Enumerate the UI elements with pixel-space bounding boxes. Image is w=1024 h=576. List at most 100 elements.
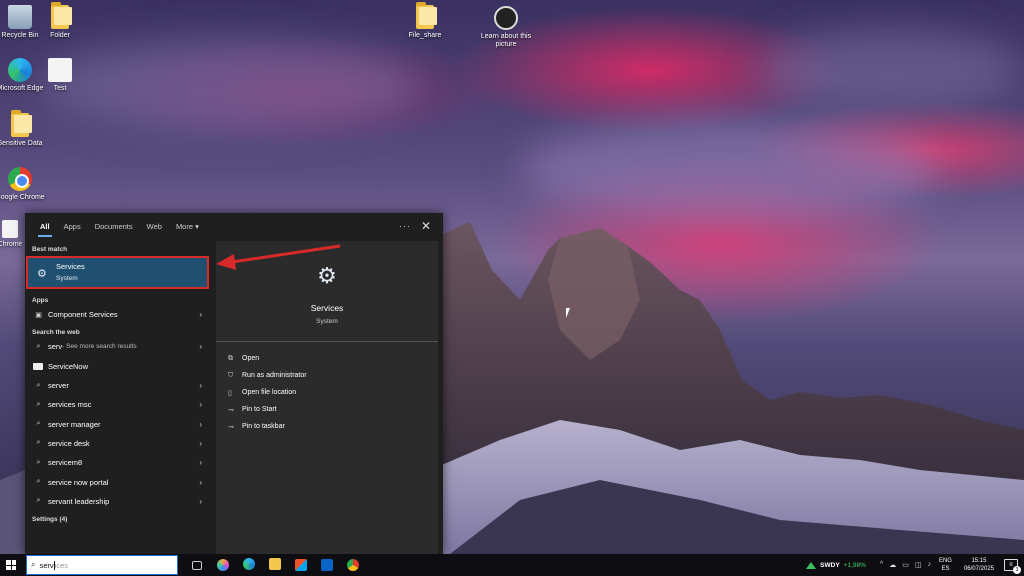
close-icon[interactable]: ✕ [421,219,431,233]
outlook-button[interactable] [314,554,340,576]
more-options-icon[interactable]: ··· [399,221,411,231]
chevron-right-icon[interactable]: › [199,420,202,429]
stock-widget[interactable]: SWDY +1,98% [806,561,866,569]
web-result-term: server [48,381,69,391]
chevron-right-icon[interactable]: › [199,458,202,467]
chrome-taskbar-button[interactable] [340,554,366,576]
taskbar-clock[interactable]: 15:15 06/07/2025 [964,557,994,573]
action-label: Run as administrator [242,372,307,379]
start-button[interactable] [0,554,22,576]
desktop-icon-label: Folder [50,32,70,39]
chevron-right-icon[interactable]: › [199,400,202,409]
settings-header[interactable]: Settings (4) [25,511,211,524]
stock-up-icon [806,561,817,569]
tab-more[interactable]: More [169,213,206,241]
learn-about-picture-icon [494,6,518,30]
stock-change: +1,98% [843,561,866,569]
chevron-right-icon[interactable]: › [199,381,202,390]
desktop-icon-learn-about-picture[interactable]: Learn about this picture [476,6,536,49]
store-icon [295,559,307,571]
action-pin-to-start[interactable]: ⊸ Pin to Start [228,401,307,418]
desktop-icon-google-chrome[interactable]: Google Chrome [0,167,50,202]
desktop-icon-file-share[interactable]: File_share [395,2,455,40]
preview-subtitle: System [316,318,338,325]
action-run-as-admin[interactable]: ⛉ Run as administrator [228,367,307,384]
clock-date: 06/07/2025 [963,566,994,572]
web-result[interactable]: ⌕ servicem8 › [25,453,211,472]
taskbar-search-input[interactable]: ⌕ serv ices [26,555,178,575]
web-result[interactable]: ServiceNow [25,357,211,376]
chevron-right-icon[interactable]: › [199,439,202,448]
chevron-up-icon[interactable]: ^ [880,561,883,569]
web-result[interactable]: ⌕ service now portal › [25,472,211,491]
mouse-cursor-icon [566,308,570,318]
desktop-icon-sensitive-data[interactable]: Sensitive Data [0,110,50,148]
web-result[interactable]: ⌕ server › [25,376,211,395]
cloud-icon[interactable]: ☁ [889,561,896,569]
preview-actions: ⧉ Open ⛉ Run as administrator ▯ Open fil… [228,350,307,435]
file-explorer-button[interactable] [262,554,288,576]
edge-icon [243,558,255,570]
chrome-icon [347,559,359,571]
search-icon: ⌕ [36,458,41,466]
clock-time: 15:15 [971,558,987,564]
folder-icon [269,558,281,570]
search-icon: ⌕ [36,439,41,447]
action-label: Open [242,355,260,362]
language-primary: ENG [938,558,952,564]
open-icon: ⧉ [228,354,233,362]
task-view-button[interactable] [184,554,210,576]
notification-count: 3 [1013,566,1021,574]
folder-icon [51,2,72,29]
taskbar: ⌕ serv ices SWDY +1,98% ^ ☁ ▭ ◫ ♪ ENG ES … [0,554,1024,576]
action-open-file-location[interactable]: ▯ Open file location [228,384,307,401]
gear-icon: ⚙ [317,263,337,288]
language-indicator[interactable]: ENG ES [939,557,952,573]
tab-documents[interactable]: Documents [88,213,140,241]
display-icon[interactable]: ▭ [902,561,909,569]
chevron-right-icon[interactable]: › [199,342,202,351]
folder-icon [11,110,32,137]
best-match-title: Services [56,262,85,271]
web-result-term: server manager [48,419,101,429]
component-services-icon: ▣ [35,311,42,319]
app-result-component-services[interactable]: ▣ Component Services › [25,305,211,324]
chevron-right-icon[interactable]: › [199,310,202,319]
tab-apps[interactable]: Apps [57,213,88,241]
windows-logo-icon [6,560,16,570]
search-icon: ⌕ [36,478,41,486]
web-result[interactable]: ⌕ server manager › [25,414,211,433]
web-result[interactable]: ⌕ service desk › [25,434,211,453]
tab-web[interactable]: Web [140,213,169,241]
volume-icon[interactable]: ♪ [927,561,931,569]
search-icon: ⌕ [36,420,41,428]
best-match-services[interactable]: ⚙ Services System [26,256,209,289]
chrome-icon [8,167,32,191]
web-result[interactable]: ⌕ serv - See more search results › [25,337,211,356]
web-result-term: services msc [48,400,92,410]
edge-taskbar-button[interactable] [236,554,262,576]
desktop-icon-folder[interactable]: Folder [30,2,90,40]
web-result[interactable]: ⌕ servant leadership › [25,492,211,511]
stock-symbol: SWDY [820,561,840,569]
network-icon[interactable]: ◫ [915,561,922,569]
outlook-icon [321,559,333,571]
task-view-icon [192,560,202,570]
language-layout: ES [941,566,950,572]
servicenow-icon [33,362,43,370]
desktop-icon-test[interactable]: Test [30,58,90,93]
action-label: Pin to taskbar [242,423,285,430]
copilot-button[interactable] [210,554,236,576]
desktop-icon-label: File_share [408,32,442,39]
web-result[interactable]: ⌕ services msc › [25,395,211,414]
pin-icon: ⊸ [228,423,234,431]
search-icon: ⌕ [36,497,41,505]
microsoft-store-button[interactable] [288,554,314,576]
tab-all[interactable]: All [33,213,57,241]
notification-center-button[interactable]: ≡ 3 [1004,559,1021,574]
action-open[interactable]: ⧉ Open [228,350,307,367]
chevron-right-icon[interactable]: › [199,497,202,506]
chevron-right-icon[interactable]: › [199,478,202,487]
action-pin-to-taskbar[interactable]: ⊸ Pin to taskbar [228,418,307,435]
best-match-subtitle: System [56,275,78,282]
